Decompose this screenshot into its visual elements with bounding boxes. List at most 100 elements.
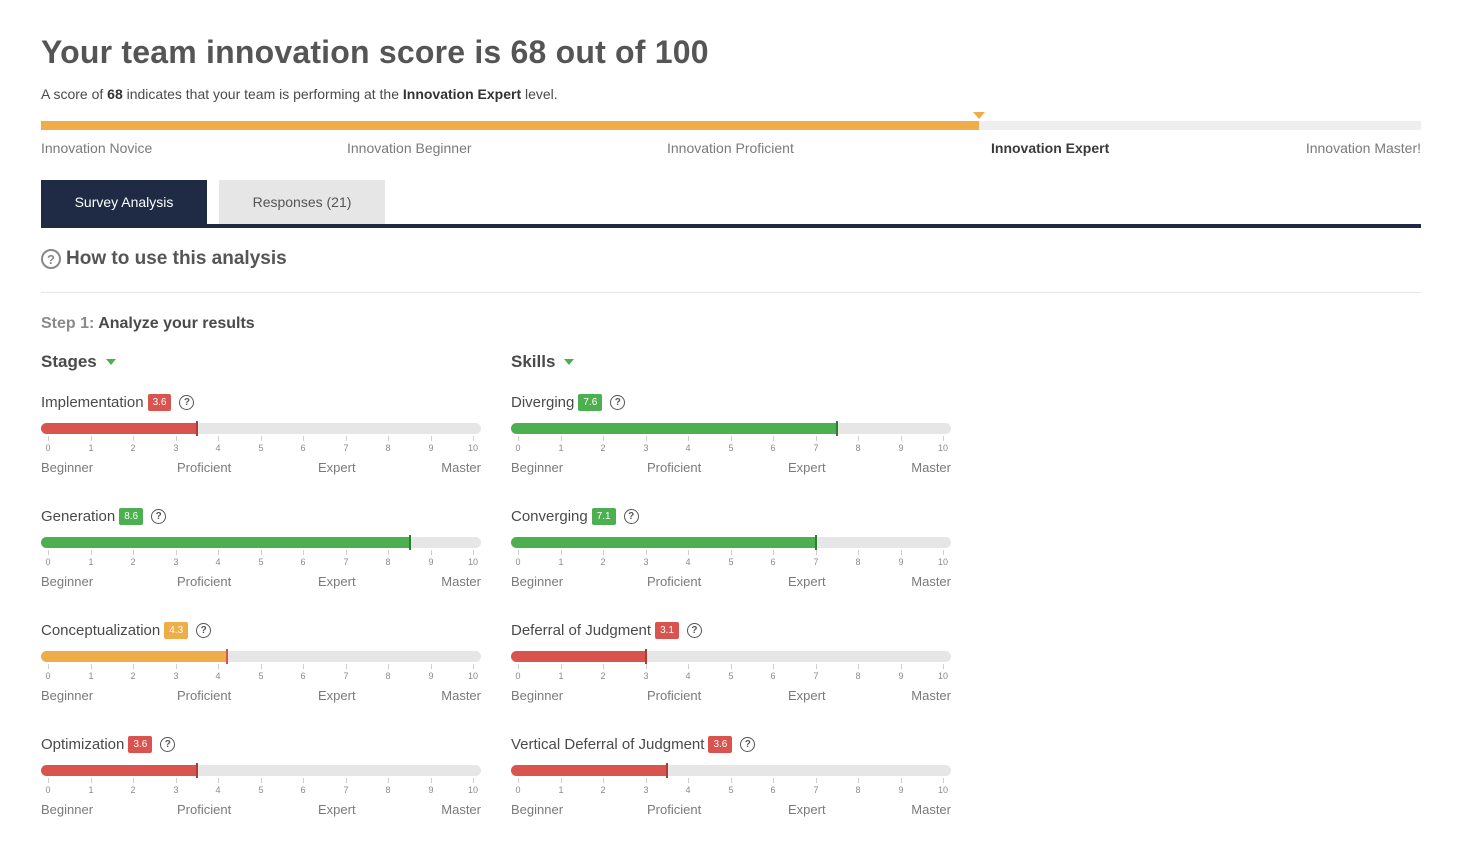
scale-tick <box>603 436 604 441</box>
metric-row: Deferral of Judgment 3.1? 0 1 2 3 4 5 6 7 8 9 10 Begi… <box>511 618 951 728</box>
scale-tick-label: 9 <box>898 671 904 681</box>
scale-tick-label: 9 <box>898 557 904 567</box>
scale-tick <box>346 664 347 669</box>
scale-tick <box>218 664 219 669</box>
scale-tick-label: 8 <box>385 671 391 681</box>
metric-row: Implementation 3.6? 0 1 2 3 4 5 6 7 8 9 10 Beginner Pr… <box>41 390 481 500</box>
scale-tick-labels: 0 1 2 3 4 5 6 7 8 9 10 <box>511 443 951 455</box>
scale-tick-label: 1 <box>88 671 94 681</box>
score-marker <box>226 649 228 664</box>
scale-tick <box>261 778 262 783</box>
scale-tick-label: 4 <box>215 557 221 567</box>
scale-tier-label: Proficient <box>177 802 232 817</box>
chevron-down-icon <box>105 359 116 365</box>
scale-tier-label: Master <box>911 460 951 475</box>
help-circle-icon[interactable]: ? <box>160 736 176 752</box>
scale-tick-label: 7 <box>343 785 349 795</box>
metric-row: Generation 8.6? 0 1 2 3 4 5 6 7 8 9 10 Beginner Profic… <box>41 504 481 614</box>
metric-row: Optimization 3.6? 0 1 2 3 4 5 6 7 8 9 10 Beginner Prof… <box>41 732 481 842</box>
metric-header: Diverging 7.6? <box>511 390 626 414</box>
help-circle-icon[interactable]: ? <box>686 622 702 638</box>
scale-tick-label: 9 <box>428 671 434 681</box>
metric-row: Diverging 7.6? 0 1 2 3 4 5 6 7 8 9 10 Beginner Profici… <box>511 390 951 500</box>
scale-tick <box>48 436 49 441</box>
scale-ticks <box>41 550 481 556</box>
scale-tier-label: Expert <box>788 802 826 817</box>
scale-ticks <box>511 550 951 556</box>
scale-tick <box>48 550 49 555</box>
scale-tick-label: 7 <box>813 785 819 795</box>
help-circle-icon[interactable]: ? <box>196 622 212 638</box>
scale-ticks <box>511 664 951 670</box>
scale-tick <box>943 778 944 783</box>
metric-header: Conceptualization 4.3? <box>41 618 212 642</box>
score-badge: 3.6 <box>708 735 733 753</box>
scale-tick <box>133 778 134 783</box>
how-to-use-toggle[interactable]: ? How to use this analysis <box>41 248 287 270</box>
scale-tick <box>731 550 732 555</box>
scale-tick-label: 8 <box>855 443 861 453</box>
scale-tick-label: 8 <box>855 557 861 567</box>
metric-name: Generation <box>41 507 116 525</box>
tab-survey-analysis[interactable]: Survey Analysis <box>41 180 207 224</box>
scale-tick <box>261 436 262 441</box>
scale-tick-labels: 0 1 2 3 4 5 6 7 8 9 10 <box>511 557 951 569</box>
scale-tick-label: 10 <box>467 557 479 567</box>
scale-tick <box>431 436 432 441</box>
scale-tick <box>773 664 774 669</box>
level-label: Innovation Beginner <box>347 140 472 156</box>
scale-tick-label: 5 <box>728 557 734 567</box>
scale-tier-labels: Beginner Proficient Expert Master <box>41 802 481 818</box>
stages-dropdown[interactable]: Stages <box>41 352 481 372</box>
help-circle-icon[interactable]: ? <box>623 508 639 524</box>
score-badge: 4.3 <box>164 621 189 639</box>
scale-tick <box>346 550 347 555</box>
scale-tick <box>688 778 689 783</box>
scale-tier-label: Expert <box>318 574 356 589</box>
scale-tick <box>603 778 604 783</box>
scale-tick-label: 10 <box>937 785 949 795</box>
scale-tick-label: 6 <box>300 557 306 567</box>
metric-row: Vertical Deferral of Judgment 3.6? 0 1 2 3 4 5 6… <box>511 732 951 842</box>
scale-tick <box>816 778 817 783</box>
scale-tick <box>91 778 92 783</box>
scale-tier-label: Expert <box>318 688 356 703</box>
scale-tick <box>91 550 92 555</box>
level-label: Innovation Novice <box>41 140 153 156</box>
scale-tick-label: 6 <box>300 785 306 795</box>
scale-tick <box>646 436 647 441</box>
score-marker <box>409 535 411 550</box>
help-circle-icon[interactable]: ? <box>610 394 626 410</box>
scale-tick <box>561 778 562 783</box>
score-badge: 3.1 <box>655 621 679 639</box>
scale-tick-label: 0 <box>45 557 51 567</box>
help-circle-icon[interactable]: ? <box>151 508 167 524</box>
scale-tick-label: 5 <box>258 557 264 567</box>
scale-tick <box>431 664 432 669</box>
help-circle-icon[interactable]: ? <box>740 736 756 752</box>
metric-name: Vertical Deferral of Judgment <box>511 735 705 753</box>
score-marker <box>836 421 838 436</box>
scale-tick <box>388 550 389 555</box>
scale-tick <box>858 550 859 555</box>
scale-tick-label: 2 <box>130 785 136 795</box>
scale-tick <box>858 436 859 441</box>
scale-tick <box>473 550 474 555</box>
scale-tick <box>133 436 134 441</box>
scale-tick-label: 8 <box>855 671 861 681</box>
score-badge: 7.1 <box>591 507 616 525</box>
scale-tick-labels: 0 1 2 3 4 5 6 7 8 9 10 <box>511 671 951 683</box>
scale-ticks <box>511 436 951 442</box>
scale-tick <box>561 664 562 669</box>
tab-responses[interactable]: Responses (21) <box>219 180 385 224</box>
chevron-down-icon <box>564 359 575 365</box>
metric-row: Converging 7.1? 0 1 2 3 4 5 6 7 8 9 10 Beginner Profic… <box>511 504 951 614</box>
skills-dropdown[interactable]: Skills <box>511 352 951 372</box>
score-bar <box>511 423 951 434</box>
scale-tick-label: 10 <box>937 443 949 453</box>
score-bar <box>511 651 951 662</box>
scale-tick-label: 3 <box>173 443 179 453</box>
score-marker <box>645 649 647 664</box>
help-circle-icon[interactable]: ? <box>179 394 195 410</box>
scale-tick <box>773 550 774 555</box>
